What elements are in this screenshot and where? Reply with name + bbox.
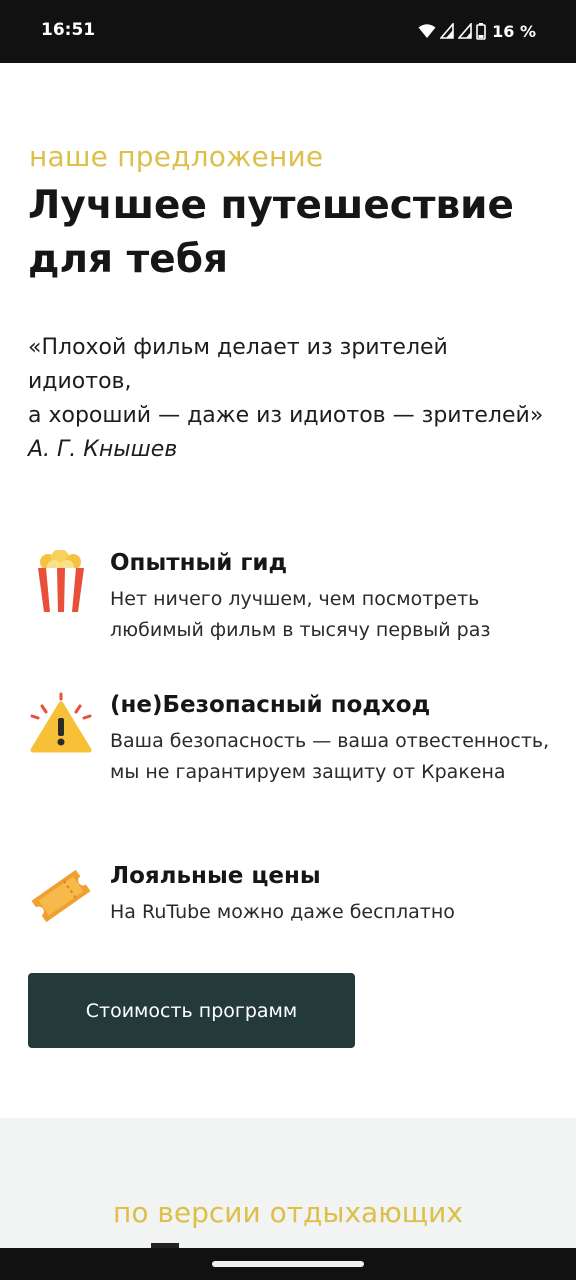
program-cost-button[interactable]: Стоимость программ — [28, 973, 355, 1048]
feature-title: Опытный гид — [110, 550, 288, 576]
home-gesture-handle[interactable] — [212, 1261, 364, 1267]
battery-percent: 16 % — [492, 21, 536, 41]
quote-author: А. Г. Кнышев — [28, 437, 178, 462]
battery-icon — [476, 22, 486, 40]
feature-description: Ваша безопасность — ваша отвестенность, … — [110, 730, 550, 783]
status-icons: 16 % — [414, 21, 536, 41]
feature-title: Лояльные цены — [110, 863, 321, 889]
popcorn-icon — [38, 550, 84, 612]
quote-line: «Плохой фильм делает из зрителей идиотов… — [28, 335, 448, 394]
signal-icon — [458, 23, 472, 39]
warning-icon — [30, 692, 92, 753]
wifi-icon — [418, 24, 436, 38]
feature-description: Нет ничего лучшем, чем посмотреть любимы… — [110, 588, 491, 641]
reviews-section: по версии отдыхающих — [0, 1118, 576, 1248]
section-eyebrow: наше предложение — [29, 140, 324, 173]
status-bar: 16:51 16 % — [0, 0, 576, 63]
feature-title: (не)Безопасный подход — [110, 692, 431, 718]
quote-line: а хороший — даже из идиотов — зрителей» — [28, 403, 544, 428]
navigation-bar — [0, 1248, 576, 1280]
feature-item: (не)Безопасный подход Ваша безопасность … — [28, 692, 550, 812]
status-time: 16:51 — [41, 20, 96, 40]
section-eyebrow: по версии отдыхающих — [113, 1196, 463, 1229]
feature-item: Опытный гид Нет ничего лучшем, чем посмо… — [28, 550, 548, 641]
feature-item: Лояльные цены На RuTube можно даже беспл… — [28, 863, 548, 933]
page-title: Лучшее путешествие для тебя — [28, 183, 514, 282]
quote: «Плохой фильм делает из зрителей идиотов… — [28, 331, 548, 467]
main-content: наше предложение Лучшее путешествие для … — [0, 63, 576, 1118]
signal-icon — [440, 23, 454, 39]
ticket-icon — [31, 869, 91, 923]
feature-description: На RuTube можно даже бесплатно — [110, 901, 455, 923]
